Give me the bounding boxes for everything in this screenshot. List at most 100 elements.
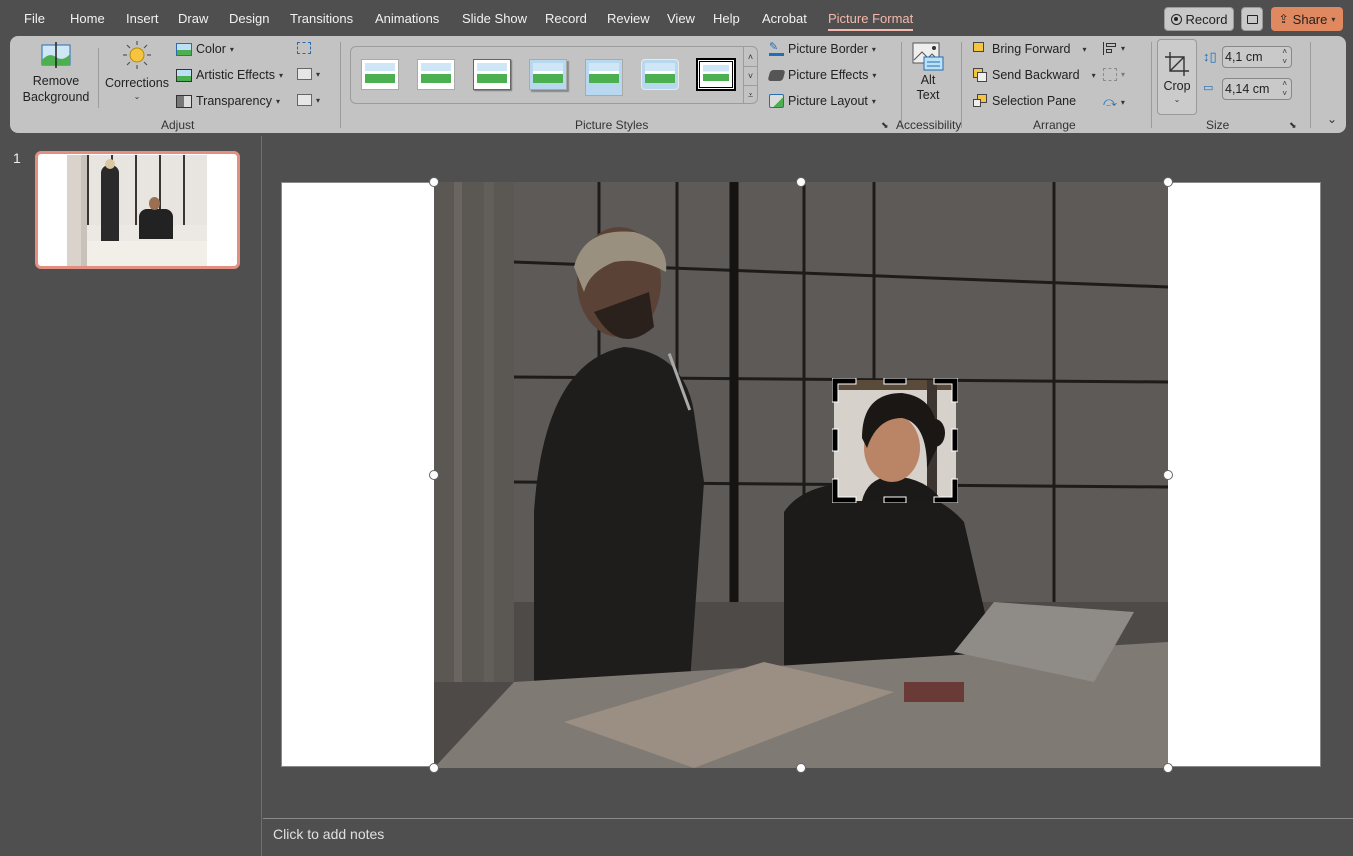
- tab-draw[interactable]: Draw: [178, 11, 208, 26]
- tab-review[interactable]: Review: [607, 11, 650, 26]
- chevron-down-icon: ▾: [275, 96, 280, 106]
- tab-acrobat[interactable]: Acrobat: [762, 11, 807, 26]
- picture-layout-button[interactable]: Picture Layout ▾: [769, 94, 876, 108]
- tab-home[interactable]: Home: [70, 11, 105, 26]
- alt-text-label-2: Text: [916, 88, 940, 102]
- compress-pictures-button[interactable]: [297, 42, 311, 54]
- alt-text-button[interactable]: Alt Text: [908, 42, 948, 102]
- separator: [340, 42, 341, 128]
- shape-width-input[interactable]: 4,14 cm ˄ ˅: [1222, 78, 1292, 100]
- share-button-label: Share: [1292, 11, 1328, 27]
- send-backward-label: Send Backward: [992, 68, 1080, 82]
- slide-thumbnail[interactable]: [35, 151, 240, 269]
- tab-insert[interactable]: Insert: [126, 11, 159, 26]
- chevron-down-icon: ▾: [316, 95, 321, 105]
- artistic-effects-icon: [176, 68, 192, 82]
- adjust-group-label: Adjust: [161, 118, 195, 132]
- gallery-scroll-down-button[interactable]: ˅: [743, 66, 757, 85]
- bring-forward-button[interactable]: Bring Forward ▾: [973, 42, 1087, 56]
- chevron-down-icon: ▾: [1121, 70, 1126, 79]
- resize-handle-bottom-right[interactable]: [1163, 763, 1173, 773]
- cropped-picture-background[interactable]: [434, 182, 1168, 768]
- chevron-down-icon: ▾: [1331, 14, 1336, 24]
- comment-icon: [1246, 14, 1258, 24]
- collapse-ribbon-icon[interactable]: ⌄: [1327, 112, 1337, 126]
- crop-region[interactable]: [832, 378, 958, 503]
- tab-slide-show[interactable]: Slide Show: [462, 11, 527, 26]
- chevron-down-icon: ▾: [316, 69, 321, 79]
- tab-file[interactable]: File: [24, 11, 45, 26]
- rotate-button[interactable]: ⤼ ▾: [1103, 94, 1125, 110]
- picture-style-reflected-rounded-rectangle[interactable]: [585, 59, 623, 96]
- width-spinner[interactable]: ˄ ˅: [1282, 79, 1287, 99]
- picture-style-simple-frame-white[interactable]: [361, 59, 399, 90]
- remove-background-button[interactable]: Remove Background: [22, 42, 90, 104]
- tab-record[interactable]: Record: [545, 11, 587, 26]
- shape-width-icon: ▭: [1203, 82, 1214, 94]
- picture-border-button[interactable]: ✎ Picture Border ▾: [769, 42, 876, 56]
- crop-button[interactable]: Crop ⌄: [1157, 39, 1197, 115]
- resize-handle-bottom-left[interactable]: [429, 763, 439, 773]
- tab-view[interactable]: View: [667, 11, 695, 26]
- tab-transitions[interactable]: Transitions: [290, 11, 353, 26]
- accessibility-group-label: Accessibility: [896, 118, 962, 132]
- artistic-effects-button[interactable]: Artistic Effects ▾: [176, 68, 283, 82]
- shape-width-value: 4,14 cm: [1225, 82, 1270, 96]
- comments-button[interactable]: [1241, 7, 1263, 31]
- crop-handle-bottom-left: [832, 478, 857, 503]
- separator: [1151, 42, 1152, 128]
- picture-border-icon: ✎: [769, 42, 784, 56]
- tab-animations[interactable]: Animations: [375, 11, 439, 26]
- tab-design[interactable]: Design: [229, 11, 269, 26]
- group-icon: [1103, 68, 1117, 81]
- resize-handle-top-right[interactable]: [1163, 177, 1173, 187]
- slide-number: 1: [13, 150, 21, 166]
- crop-handle-bottom: [883, 496, 907, 503]
- selection-pane-button[interactable]: Selection Pane: [973, 94, 1076, 108]
- change-picture-icon: [297, 68, 312, 80]
- group-objects-button[interactable]: ▾: [1103, 68, 1125, 81]
- picture-styles-gallery: ˄ ˅ ⩡: [350, 46, 758, 104]
- gallery-more-button[interactable]: ⩡: [743, 85, 757, 104]
- reset-picture-button[interactable]: ▾: [297, 94, 320, 106]
- size-dialog-launcher-icon[interactable]: ⬊: [1289, 120, 1297, 131]
- picture-style-beveled-matte-white[interactable]: [417, 59, 455, 90]
- transparency-button[interactable]: Transparency ▾: [176, 94, 280, 108]
- picture-style-soft-edge-rectangle[interactable]: [641, 59, 679, 90]
- chevron-down-icon: ▾: [872, 70, 877, 80]
- resize-handle-top-left[interactable]: [429, 177, 439, 187]
- picture-style-drop-shadow-rectangle[interactable]: [529, 59, 567, 90]
- color-button[interactable]: Color ▾: [176, 42, 234, 56]
- chevron-down-icon: ▾: [278, 70, 283, 80]
- shape-height-input[interactable]: 4,1 cm ˄ ˅: [1222, 46, 1292, 68]
- resize-handle-left[interactable]: [429, 470, 439, 480]
- notes-divider[interactable]: [263, 818, 1353, 819]
- crop-handles: [832, 378, 958, 503]
- tab-help[interactable]: Help: [713, 11, 740, 26]
- height-spinner[interactable]: ˄ ˅: [1282, 47, 1287, 67]
- tab-picture-format[interactable]: Picture Format: [828, 11, 914, 31]
- selection-pane-icon: [973, 94, 988, 108]
- share-button[interactable]: ⇪ Share ▾: [1271, 7, 1343, 31]
- align-button[interactable]: ▾: [1103, 42, 1125, 55]
- notes-placeholder[interactable]: Click to add notes: [273, 826, 384, 842]
- picture-style-metal-frame[interactable]: [473, 59, 511, 90]
- slide-thumbnail-photo: [67, 155, 207, 266]
- resize-handle-right[interactable]: [1163, 470, 1173, 480]
- resize-handle-bottom[interactable]: [796, 763, 806, 773]
- gallery-scroll-up-button[interactable]: ˄: [743, 47, 757, 66]
- reset-picture-icon: [297, 94, 312, 106]
- send-backward-button[interactable]: Send Backward ▾: [973, 68, 1096, 82]
- picture-styles-dialog-launcher-icon[interactable]: ⬊: [881, 120, 889, 131]
- corrections-button[interactable]: Corrections ⌄: [104, 40, 170, 101]
- picture-effects-button[interactable]: Picture Effects ▾: [767, 68, 877, 82]
- sun-icon: [123, 41, 151, 69]
- record-button[interactable]: Record: [1164, 7, 1234, 31]
- picture-style-double-frame-black[interactable]: [697, 59, 735, 90]
- send-backward-icon: [973, 68, 988, 82]
- shape-height-value: 4,1 cm: [1225, 50, 1263, 64]
- transparency-label: Transparency: [196, 94, 272, 108]
- change-picture-button[interactable]: ▾: [297, 68, 320, 80]
- resize-handle-top[interactable]: [796, 177, 806, 187]
- chevron-down-icon: ⌄: [1173, 94, 1181, 104]
